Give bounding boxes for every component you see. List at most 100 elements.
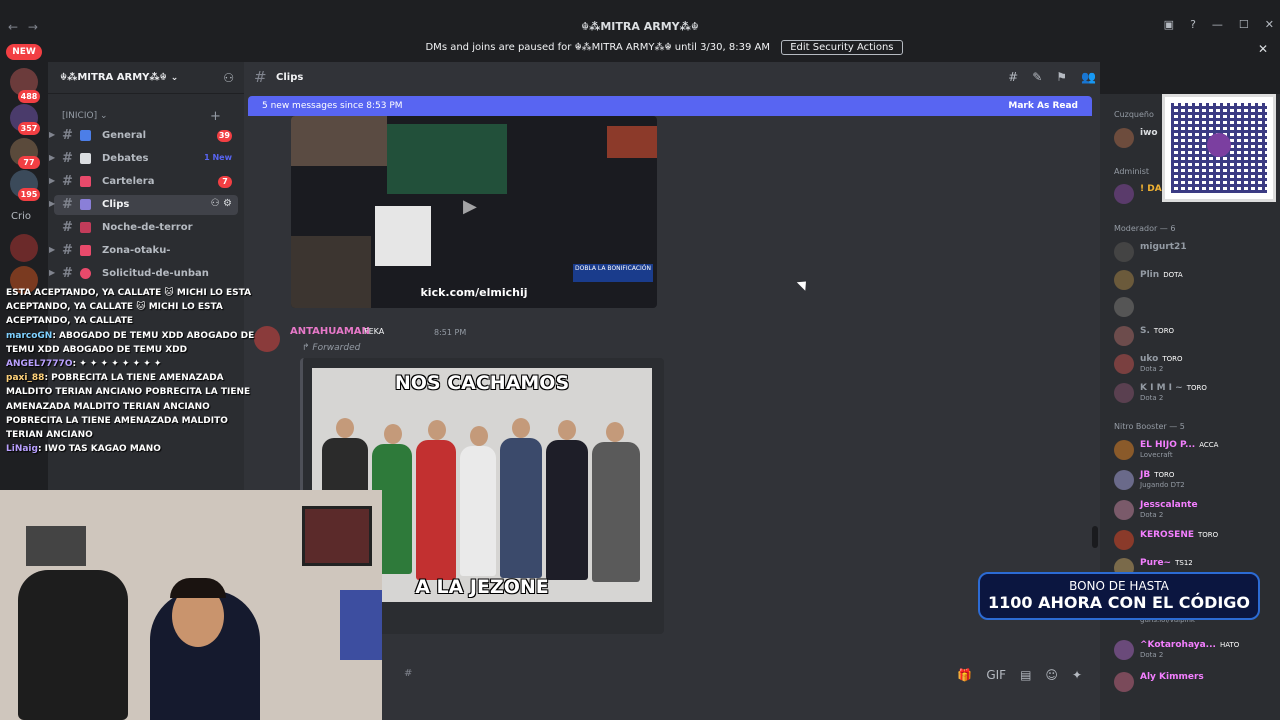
member-list-icon[interactable]: 👥 [1081,70,1096,84]
wall-frame [26,526,86,566]
member-activity: Lovecraft [1140,451,1173,459]
member-name-text: ^Kotarohaya... [1140,640,1216,650]
member-item[interactable]: EL HIJO P... ACCA Lovecraft [1114,438,1274,462]
category-inicio[interactable]: [INICIO] ⌄ + [62,109,221,124]
stream-chat-overlay: ESTA ACEPTANDO, YA CALLATE 🐱 MICHI LO ES… [0,286,262,496]
help-icon[interactable]: ? [1190,18,1196,31]
minimize-button[interactable]: — [1212,18,1223,31]
channel-general[interactable]: ▶ # General 39 [49,126,238,146]
channel-clips[interactable]: ▶ # Clips ⚇ ⚙ [49,195,238,215]
play-icon[interactable]: ▶ [463,196,477,217]
new-messages-bar[interactable]: 5 new messages since 8:53 PM Mark As Rea… [248,96,1092,116]
new-badge[interactable]: NEW [6,44,42,60]
role-tag: TORO [1198,531,1219,539]
figure [500,438,542,578]
close-window-button[interactable]: ✕ [1265,18,1274,31]
member-name-text: K I M I ~ [1140,383,1183,393]
avatar [1114,297,1134,317]
server-name: ☬⁂MITRA ARMY⁂☬ ⌄ [60,72,178,83]
meme-top-text: NOS CACHAMOS [394,372,570,394]
role-tag: TORO [1153,327,1175,335]
security-banner: DMs and joins are paused for ☬⁂MITRA ARM… [48,40,1280,60]
channel-name: General [102,130,146,141]
role-tag: TS12 [1175,559,1193,567]
member-item[interactable]: KEROSENE TORO [1114,528,1274,552]
member-item[interactable]: migurt21 [1114,240,1274,264]
figure-head [512,418,530,438]
member-item[interactable]: ^Kotarohaya... HATO Dota 2 [1114,638,1274,662]
avatar [1114,354,1134,374]
forwarded-text: Forwarded [312,343,361,353]
server-header[interactable]: ☬⁂MITRA ARMY⁂☬ ⌄ ⚇ [48,62,244,94]
channel-zona-otaku[interactable]: ▶ # Zona-otaku- [49,241,238,261]
mark-as-read-button[interactable]: Mark As Read [1008,101,1078,111]
channel-name: Zona-otaku- [102,245,171,256]
channel-name: Clips [102,199,130,210]
category-label: [INICIO] [62,111,98,121]
add-user-icon[interactable]: ⚇ [223,71,234,85]
message-author[interactable]: ANTAHUAMAN [290,326,370,337]
chat-line: paxi_88: POBRECITA LA TIENE AMENAZADA MA… [0,371,262,442]
hash-icon: # [62,151,73,166]
server-icon[interactable] [10,234,38,262]
expand-arrow-icon: ▶ [49,130,56,139]
clip-url: kick.com/elmichij [420,286,528,299]
member-item[interactable]: S. TORO [1114,324,1274,348]
member-section-header: Moderador — 6 [1114,224,1176,233]
inbox-icon[interactable]: ▣ [1164,18,1174,31]
hash-icon: # [62,128,73,143]
apps-icon[interactable]: ✦ [1072,668,1082,682]
hash-icon: # [254,68,267,86]
edit-security-actions-button[interactable]: Edit Security Actions [781,40,903,55]
member-name-text: Plin [1140,270,1160,280]
add-channel-icon[interactable]: + [210,109,221,124]
emoji-icon[interactable]: ☺ [1045,668,1058,682]
member-item[interactable] [1114,295,1274,319]
channel-emoji-icon [80,222,91,233]
chat-text: : POBRECITA LA TIENE AMENAZADA MALDITO T… [6,373,254,441]
channel-debates[interactable]: ▶ # Debates 1 New [49,149,238,169]
expand-arrow-icon: ▶ [49,199,56,208]
member-item[interactable]: Aly Kimmers [1114,670,1274,694]
clip-webcam [291,116,387,166]
server-badge: 357 [18,122,40,135]
figure [416,440,456,580]
sticker-icon[interactable]: ▤ [1020,668,1031,682]
scrollbar[interactable] [1092,526,1098,548]
member-item[interactable]: JB TORO Jugando DT2 [1114,468,1274,492]
chat-user: marcoGN [6,330,53,341]
figure-head [470,426,488,446]
channel-emoji-icon [80,199,91,210]
gif-icon[interactable]: GIF [986,668,1006,682]
expand-arrow-icon: ▶ [49,176,56,185]
figure-head [336,418,354,438]
role-tag: DOTA [1163,271,1183,279]
author-tag: FEKA [364,327,385,336]
clip-embed[interactable]: ▶ DOBLA LA BONIFICACIÓN kick.com/elmichi… [291,116,657,308]
member-name: Pure~ TS12 [1140,558,1193,568]
channel-noche-de-terror[interactable]: # Noche-de-terror [54,218,238,238]
figure-head [384,424,402,444]
chat-user: ANGEL7777O [6,359,73,370]
member-item[interactable]: Plin DOTA [1114,268,1274,292]
member-item[interactable]: uko TORO Dota 2 [1114,352,1274,376]
channel-cartelera[interactable]: ▶ # Cartelera 7 [49,172,238,192]
message-composer[interactable]: # 🎁 GIF ▤ ☺ ✦ [384,666,1092,686]
expand-arrow-icon: ▶ [49,153,56,162]
hash-icon: # [62,220,73,235]
avatar [1114,470,1134,490]
forwarded-label: ↱ Forwarded [302,343,361,353]
pin-icon[interactable]: ⚑ [1056,70,1067,84]
banner-close-icon[interactable]: ✕ [1258,42,1268,56]
member-name: Jesscalante [1140,500,1198,510]
member-item[interactable]: K I M I ~ TORO Dota 2 [1114,381,1274,405]
figure-head [606,422,624,442]
mute-icon[interactable]: ✎ [1032,70,1042,84]
channel-solicitud-de-unban[interactable]: ▶ # Solicitud-de-unban [49,264,238,284]
threads-icon[interactable]: # [1008,70,1018,84]
hash-icon: # [404,668,413,679]
gift-icon[interactable]: 🎁 [957,668,972,682]
channel-settings-icon[interactable]: ⚇ ⚙ [211,198,232,209]
member-item[interactable]: Jesscalante Dota 2 [1114,498,1274,522]
maximize-button[interactable]: ☐ [1239,18,1249,31]
